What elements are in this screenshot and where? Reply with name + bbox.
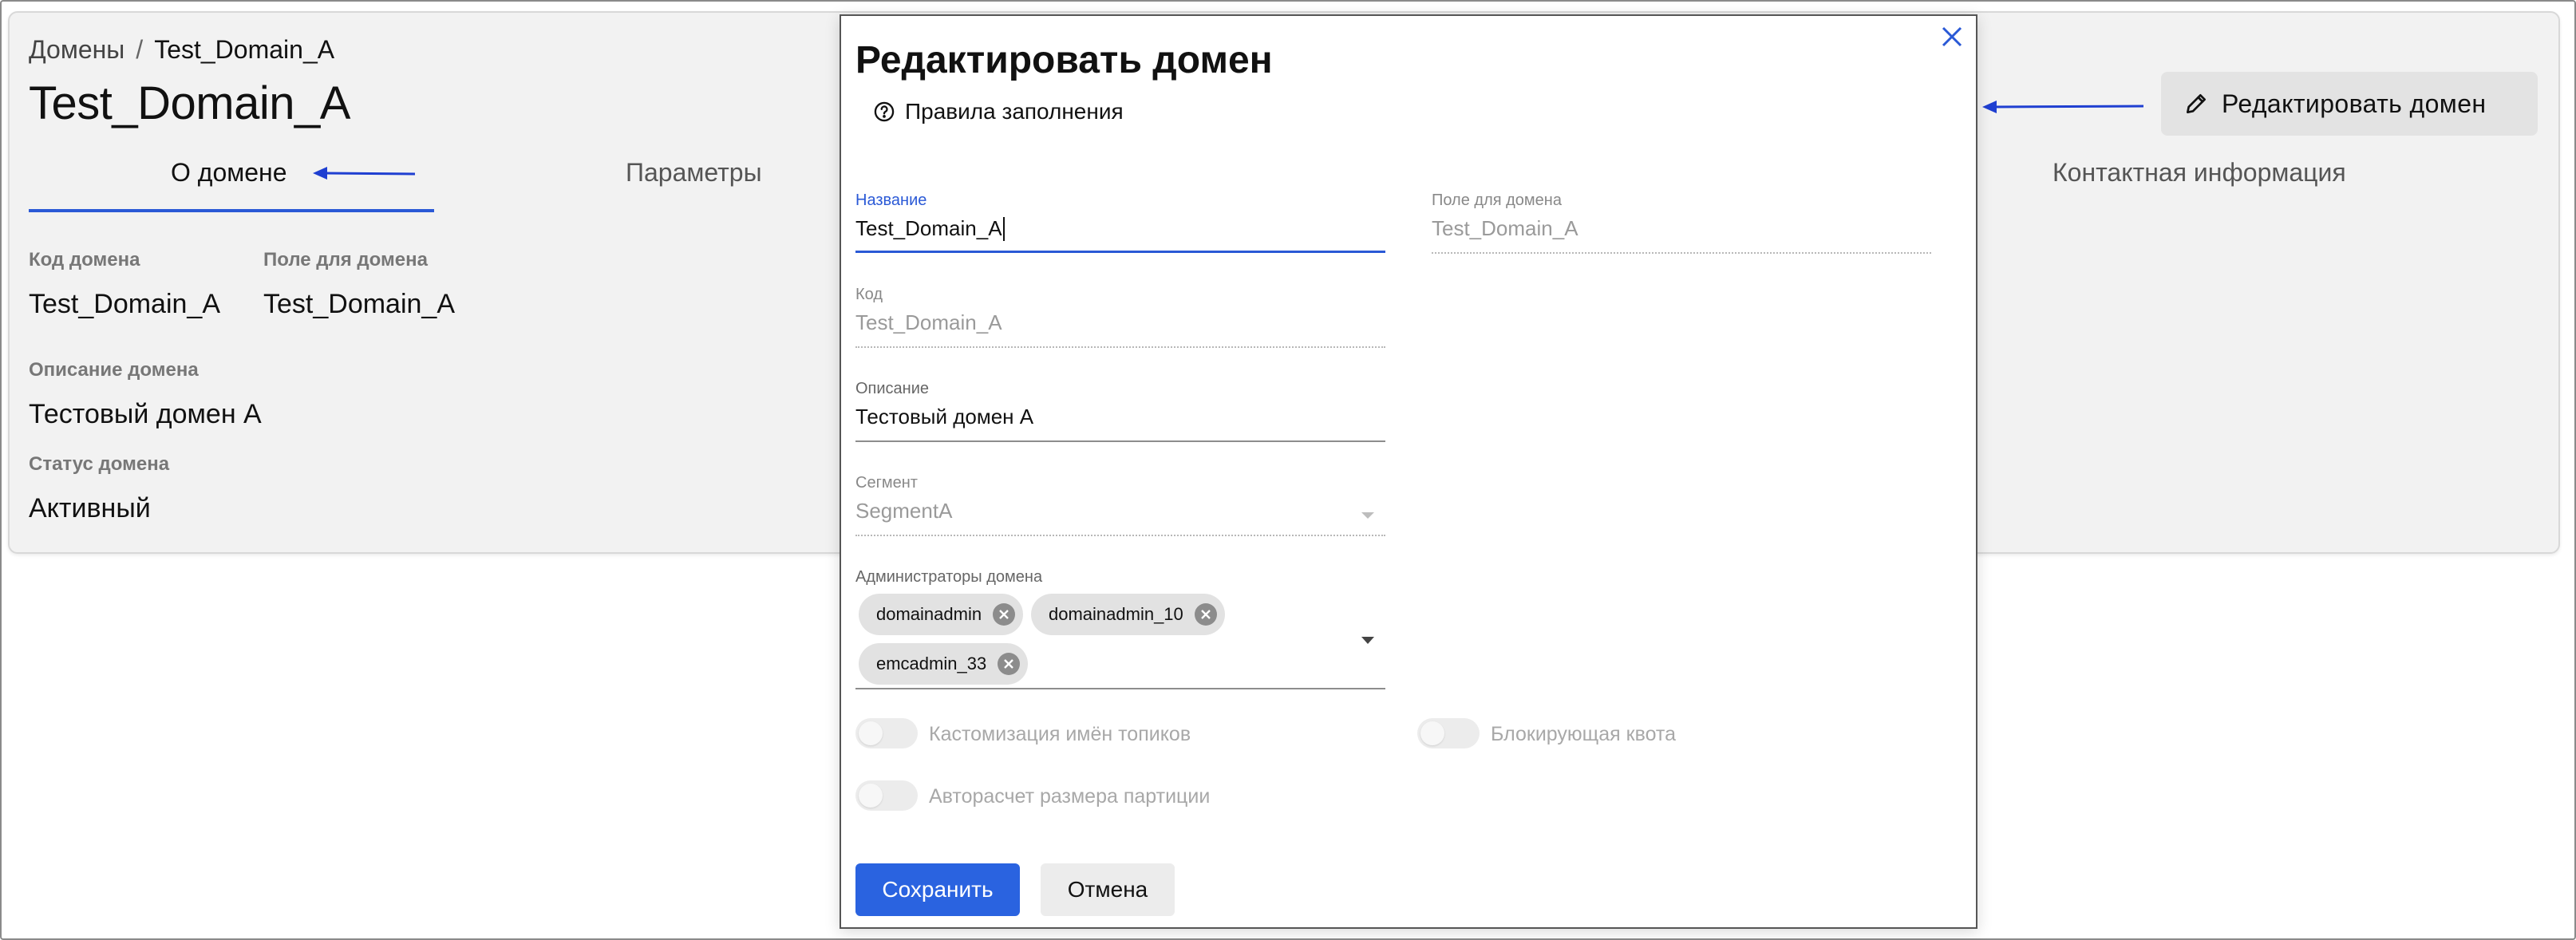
code-field-label: Код bbox=[855, 286, 883, 303]
segment-chevron-down-icon bbox=[1361, 512, 1374, 519]
text-cursor bbox=[1002, 217, 1005, 241]
breadcrumb-root[interactable]: Домены bbox=[29, 35, 124, 64]
breadcrumb-current: Test_Domain_A bbox=[154, 35, 335, 64]
close-icon bbox=[1942, 26, 1962, 47]
topic-names-toggle-label: Кастомизация имён топиков bbox=[929, 723, 1191, 745]
admin-chip-label: emcadmin_33 bbox=[876, 654, 987, 673]
cancel-button[interactable]: Отмена bbox=[1041, 863, 1175, 916]
page-title: Test_Domain_A bbox=[29, 77, 350, 129]
code-input-underline bbox=[855, 346, 1385, 348]
edit-domain-button[interactable]: Редактировать домен bbox=[2161, 72, 2538, 136]
topic-names-toggle bbox=[855, 718, 918, 748]
chip-remove-icon[interactable] bbox=[998, 653, 1021, 675]
partition-autocalc-toggle bbox=[855, 780, 918, 811]
domain-field-input-label: Поле для домена bbox=[1432, 192, 1562, 209]
admin-chip[interactable]: emcadmin_33 bbox=[859, 643, 1029, 685]
breadcrumb: Домены / Test_Domain_A bbox=[29, 35, 334, 65]
segment-underline bbox=[855, 535, 1385, 536]
dialog-title: Редактировать домен bbox=[855, 39, 1273, 81]
fill-rules-label: Правила заполнения bbox=[905, 99, 1124, 124]
name-field-label: Название bbox=[855, 192, 927, 209]
domain-field-underline bbox=[1432, 252, 1931, 254]
tab-about-domain[interactable]: О домене bbox=[171, 158, 287, 188]
name-input-value: Test_Domain_A bbox=[855, 216, 1002, 240]
code-value: Test_Domain_A bbox=[29, 289, 221, 319]
name-input[interactable]: Test_Domain_A bbox=[855, 211, 1385, 249]
annotation-arrow-edit-button bbox=[1982, 101, 2144, 113]
partition-autocalc-toggle-label: Авторасчет размера партиции bbox=[929, 785, 1211, 808]
pencil-icon bbox=[2187, 94, 2206, 113]
edit-domain-button-label: Редактировать домен bbox=[2222, 89, 2487, 118]
admin-chip-label: domainadmin_10 bbox=[1049, 604, 1183, 624]
status-label: Статус домена bbox=[29, 453, 170, 475]
admins-field-label: Администраторы домена bbox=[855, 568, 1043, 586]
active-tab-indicator bbox=[29, 209, 434, 212]
code-label: Код домена bbox=[29, 249, 140, 271]
domain-field-label: Поле для домена bbox=[263, 249, 428, 271]
code-input: Test_Domain_A bbox=[855, 310, 1002, 334]
description-input-underline bbox=[855, 440, 1385, 442]
description-label: Описание домена bbox=[29, 359, 199, 381]
chip-remove-icon[interactable] bbox=[1194, 603, 1217, 626]
description-value: Тестовый домен А bbox=[29, 399, 262, 429]
admins-underline bbox=[855, 688, 1385, 689]
description-input[interactable]: Тестовый домен А bbox=[855, 399, 1385, 437]
description-field-label: Описание bbox=[855, 380, 930, 397]
admin-chip[interactable]: domainadmin bbox=[859, 594, 1024, 635]
name-input-underline bbox=[855, 251, 1385, 253]
segment-field-label: Сегмент bbox=[855, 474, 918, 492]
admin-chip[interactable]: domainadmin_10 bbox=[1031, 594, 1225, 635]
tab-contact-info[interactable]: Контактная информация bbox=[2053, 158, 2346, 188]
status-value: Активный bbox=[29, 493, 151, 523]
domain-field-value: Test_Domain_A bbox=[263, 289, 456, 319]
tab-parameters[interactable]: Параметры bbox=[626, 158, 762, 188]
save-button[interactable]: Сохранить bbox=[855, 863, 1020, 916]
admins-chevron-down-icon[interactable] bbox=[1361, 637, 1374, 644]
annotation-arrow-tab bbox=[313, 167, 416, 180]
help-circle-icon bbox=[874, 101, 895, 122]
chip-remove-icon[interactable] bbox=[993, 603, 1016, 626]
segment-select: SegmentA bbox=[855, 499, 953, 523]
fill-rules-link[interactable]: Правила заполнения bbox=[873, 99, 1124, 124]
breadcrumb-separator: / bbox=[136, 35, 144, 64]
blocking-quota-toggle bbox=[1417, 718, 1480, 748]
edit-domain-dialog: Редактировать домен Правила заполнения Н… bbox=[840, 14, 1977, 929]
admin-chip-label: domainadmin bbox=[876, 604, 982, 624]
close-button[interactable] bbox=[1936, 21, 1968, 53]
domain-field-input: Test_Domain_A bbox=[1432, 216, 1578, 240]
blocking-quota-toggle-label: Блокирующая квота bbox=[1491, 723, 1676, 745]
